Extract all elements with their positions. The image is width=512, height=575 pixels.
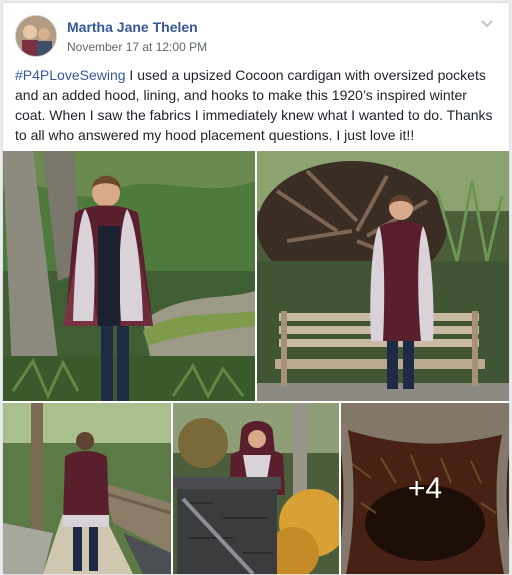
post-text: #P4PLoveSewing I used a upsized Cocoon c… [15, 65, 497, 145]
more-photos-count: +4 [407, 471, 443, 505]
post-header: Martha Jane Thelen November 17 at 12:00 … [15, 15, 495, 59]
photo-grid: +4 [3, 151, 509, 574]
hashtag-link[interactable]: #P4PLoveSewing [15, 67, 126, 83]
photo-4[interactable] [173, 403, 339, 574]
post-card: Martha Jane Thelen November 17 at 12:00 … [2, 2, 510, 575]
post-timestamp[interactable]: November 17 at 12:00 PM [67, 40, 207, 54]
more-photos-overlay[interactable]: +4 [341, 403, 509, 574]
photo-2[interactable] [257, 151, 509, 401]
author-avatar[interactable] [15, 15, 57, 57]
photo-3[interactable] [3, 403, 171, 574]
photo-5-more[interactable]: +4 [341, 403, 509, 574]
author-name[interactable]: Martha Jane Thelen [67, 19, 198, 35]
photo-1[interactable] [3, 151, 255, 401]
chevron-down-icon[interactable] [479, 15, 495, 31]
